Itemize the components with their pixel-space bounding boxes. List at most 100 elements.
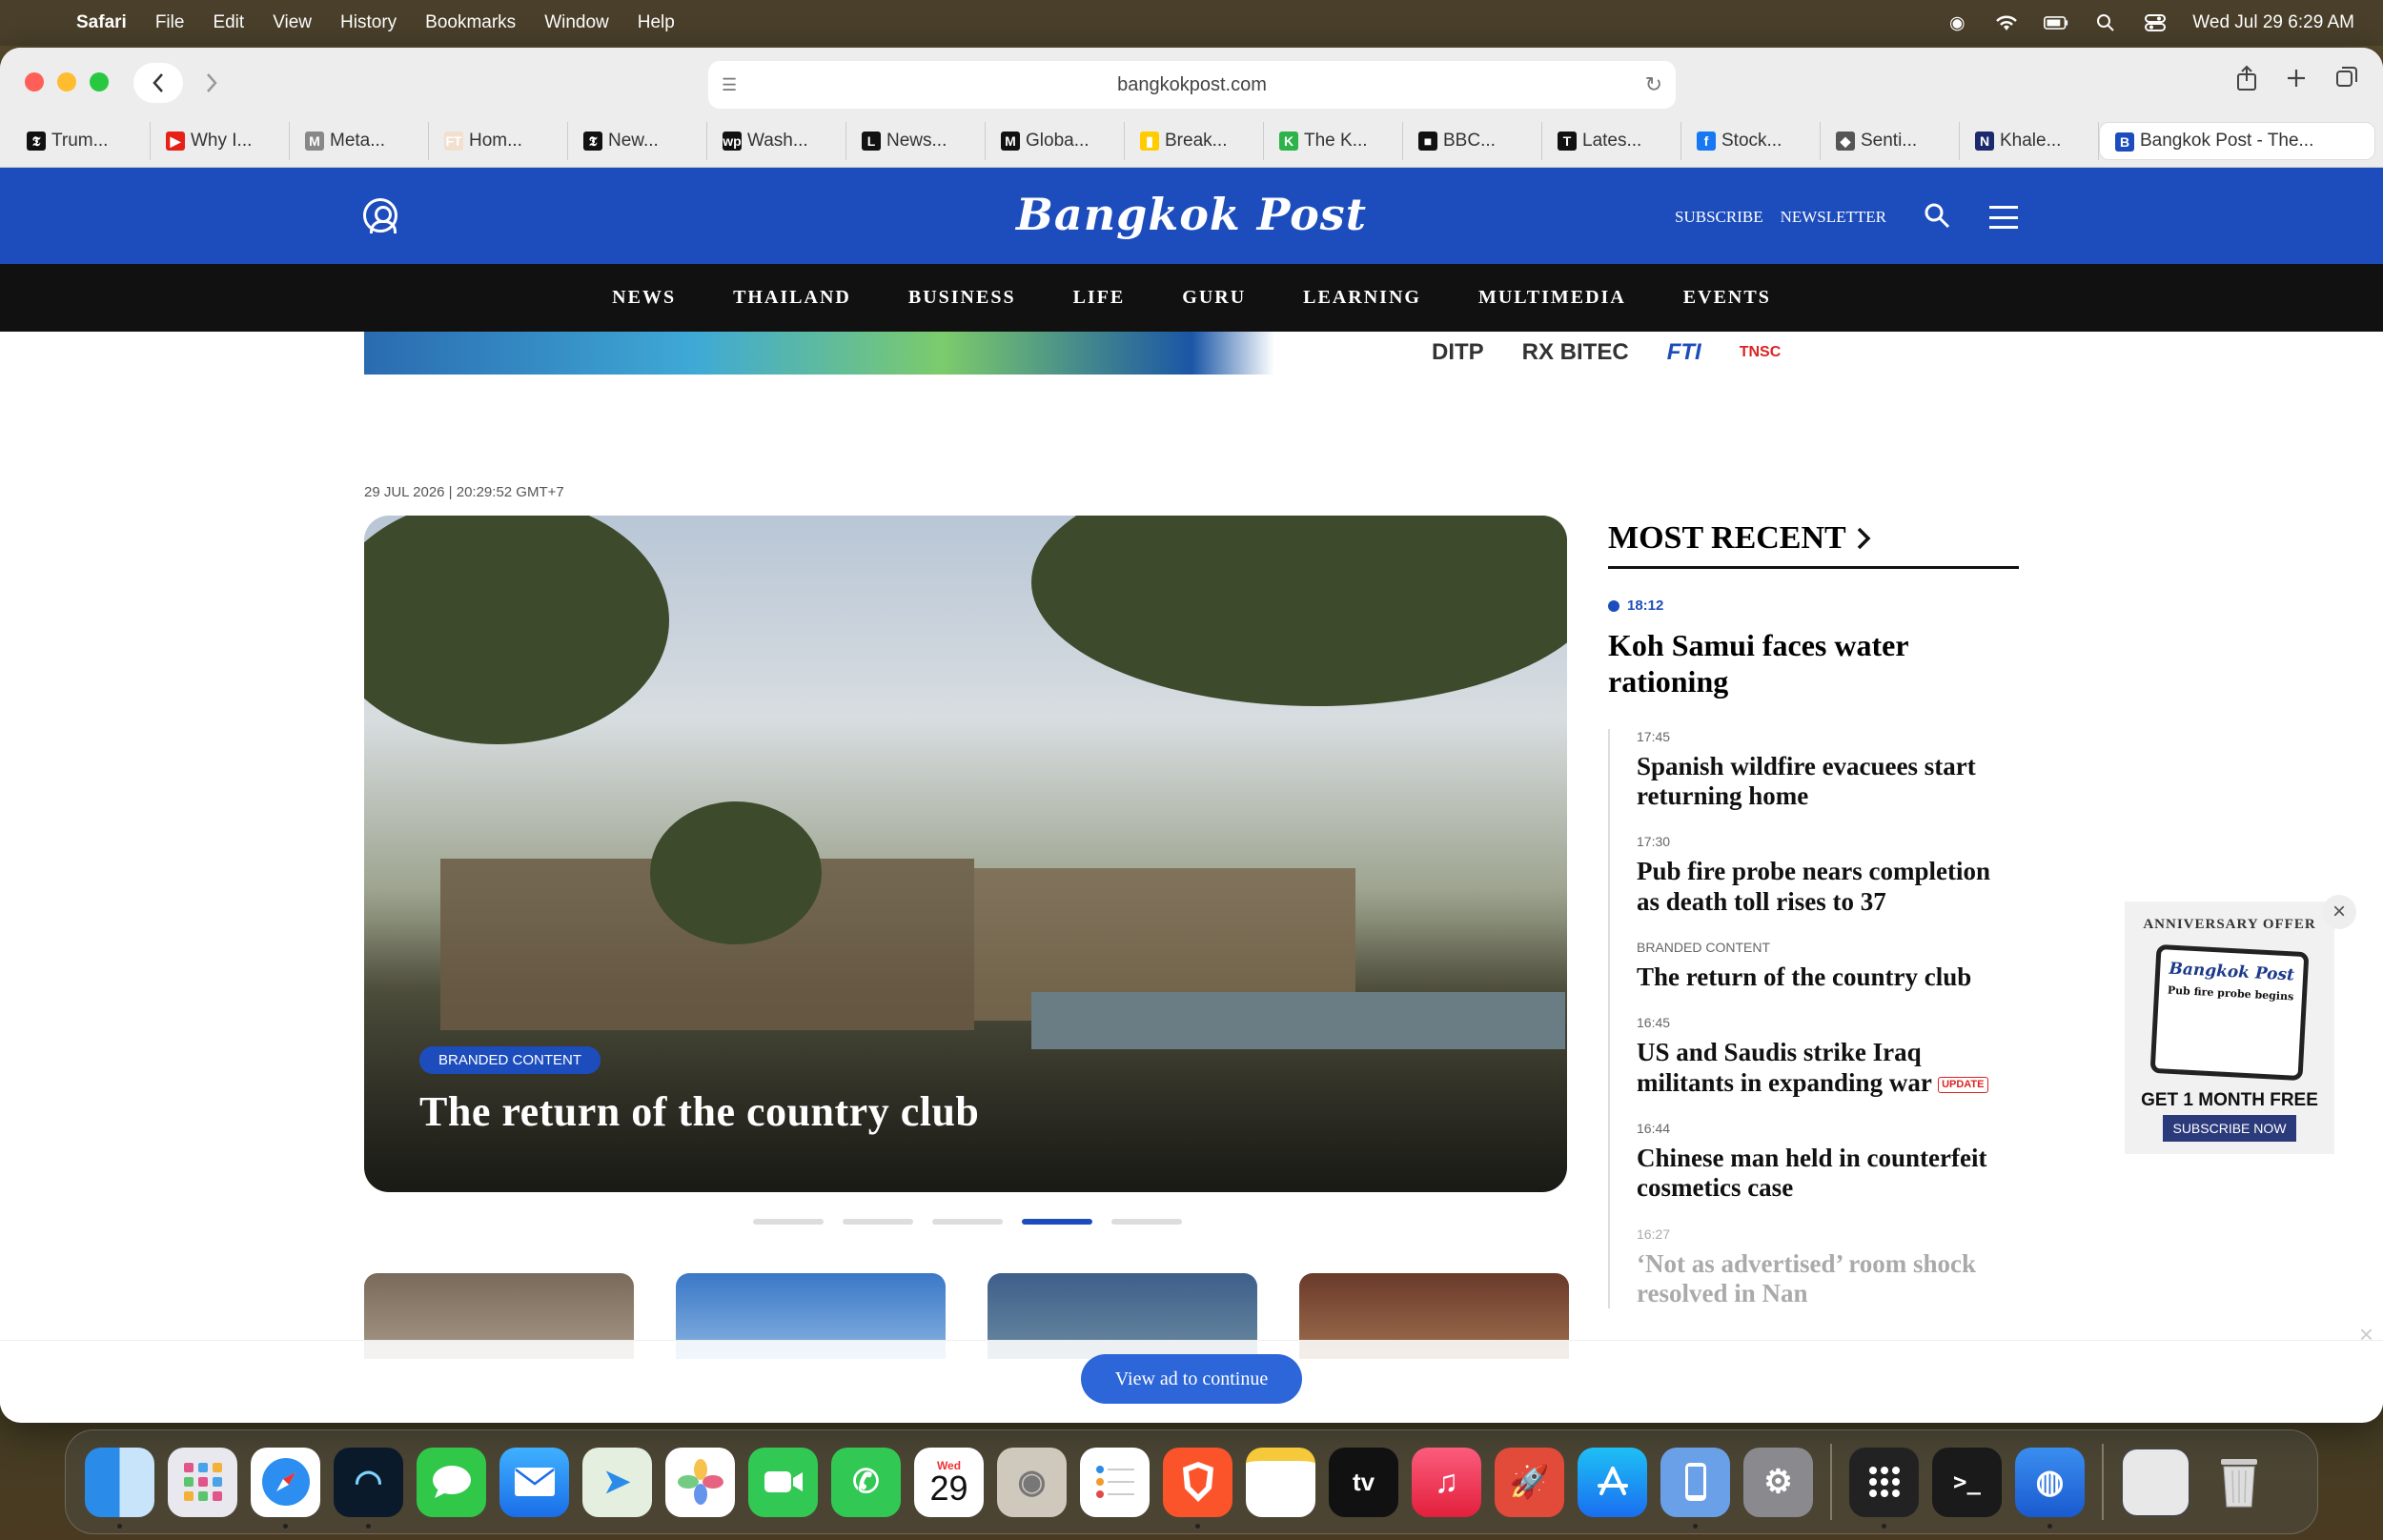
browser-tab[interactable]: ■ BBC... (1403, 122, 1542, 160)
wifi-icon[interactable] (1994, 12, 2019, 33)
battery-icon[interactable] (2044, 12, 2068, 33)
apple-menu-icon[interactable] (27, 11, 48, 34)
close-offer-icon[interactable]: × (2322, 895, 2356, 929)
recent-list-item[interactable]: 16:44 Chinese man held in counterfeit cos… (1637, 1121, 2019, 1204)
terminal-icon[interactable]: >_ (1932, 1447, 2002, 1517)
finder-icon[interactable] (85, 1447, 154, 1529)
iphone-mirroring-icon[interactable] (1660, 1447, 1730, 1529)
nav-business[interactable]: BUSINESS (880, 287, 1045, 309)
photos-icon[interactable] (665, 1447, 735, 1517)
browser-tab[interactable]: ▶ Why I... (151, 122, 290, 160)
menu-edit[interactable]: Edit (213, 12, 244, 33)
menu-history[interactable]: History (340, 12, 397, 33)
forward-button[interactable] (187, 63, 236, 103)
launchpad-icon[interactable] (168, 1447, 237, 1517)
recent-item-headline[interactable]: Spanish wildfire evacuees start returnin… (1637, 752, 2019, 812)
recent-item-headline[interactable]: Chinese man held in counterfeit cosmetic… (1637, 1144, 2019, 1204)
nav-multimedia[interactable]: MULTIMEDIA (1450, 287, 1655, 309)
browser-tab[interactable]: 𝕿 New... (568, 122, 707, 160)
most-recent-heading[interactable]: MOST RECENT (1608, 520, 2019, 569)
newsletter-link[interactable]: NEWSLETTER (1781, 208, 1886, 227)
page-menu-icon[interactable]: ☰ (722, 75, 737, 95)
hero-title[interactable]: The return of the country club (419, 1087, 979, 1136)
menu-view[interactable]: View (273, 12, 312, 33)
mail-icon[interactable] (499, 1447, 569, 1517)
notes-icon[interactable] (1246, 1447, 1315, 1517)
minimized-window-thumbnail[interactable] (2121, 1447, 2190, 1517)
recent-list-item[interactable]: 17:45 Spanish wildfire evacuees start ret… (1637, 729, 2019, 812)
recent-item-headline[interactable]: ‘Not as advertised’ room shock resolved … (1637, 1249, 2019, 1309)
recent-list-item[interactable]: BRANDED CONTENT The return of the country… (1637, 940, 2019, 992)
minimize-window-button[interactable] (57, 72, 76, 91)
menu-bookmarks[interactable]: Bookmarks (425, 12, 516, 33)
trash-icon[interactable] (2204, 1448, 2273, 1517)
app-grid-icon[interactable] (1849, 1447, 1919, 1529)
browser-tab[interactable]: FT Hom... (429, 122, 568, 160)
top-story-headline[interactable]: Koh Samui faces water rationing (1608, 627, 2019, 700)
browser-tab[interactable]: f Stock... (1681, 122, 1821, 160)
tab-overview-icon[interactable] (2335, 65, 2358, 98)
carousel-dot[interactable] (753, 1219, 824, 1225)
subscribe-now-button[interactable]: SUBSCRIBE NOW (2163, 1115, 2296, 1142)
subscribe-link[interactable]: SUBSCRIBE (1675, 208, 1763, 227)
site-logo[interactable]: Bangkok Post (0, 189, 2383, 240)
reminders-icon[interactable] (1080, 1447, 1150, 1517)
close-overlay-icon[interactable]: × (2359, 1320, 2373, 1349)
menu-window[interactable]: Window (544, 12, 609, 33)
screen-record-icon[interactable]: ◉ (1945, 12, 1969, 33)
address-bar[interactable]: ☰ bangkokpost.com ↻ (708, 61, 1676, 109)
browser-tab-active[interactable]: B Bangkok Post - The... (2099, 122, 2375, 160)
app-store-icon[interactable] (1578, 1447, 1647, 1517)
carousel-dot[interactable] (843, 1219, 913, 1225)
messages-icon[interactable] (417, 1447, 486, 1517)
carousel-dot[interactable] (932, 1219, 1003, 1225)
spotlight-search-icon[interactable] (2093, 12, 2118, 33)
menu-app-name[interactable]: Safari (76, 12, 127, 33)
recent-list-item[interactable]: 16:27 ‘Not as advertised’ room shock reso… (1637, 1226, 2019, 1309)
share-icon[interactable] (2236, 65, 2257, 98)
brave-browser-icon[interactable] (1163, 1447, 1232, 1529)
close-window-button[interactable] (25, 72, 44, 91)
menu-help[interactable]: Help (638, 12, 675, 33)
contacts-icon[interactable]: ◉ (997, 1447, 1067, 1517)
recent-item-headline[interactable]: The return of the country club (1637, 962, 2019, 992)
browser-tab[interactable]: K The K... (1264, 122, 1403, 160)
safari-icon[interactable] (251, 1447, 320, 1529)
zoom-window-button[interactable] (90, 72, 109, 91)
browser-tab[interactable]: M Meta... (290, 122, 429, 160)
nav-learning[interactable]: LEARNING (1274, 287, 1450, 309)
facetime-icon[interactable] (748, 1447, 818, 1517)
disk-utility-icon[interactable]: ◍ (2015, 1447, 2085, 1529)
nav-thailand[interactable]: THAILAND (704, 287, 880, 309)
calendar-icon[interactable]: Wed 29 (914, 1447, 984, 1517)
recent-list-item[interactable]: 17:30 Pub fire probe nears completion as … (1637, 834, 2019, 917)
wave-app-icon[interactable]: ◠ (334, 1447, 403, 1529)
carousel-dot[interactable] (1022, 1219, 1092, 1225)
browser-tab[interactable]: ◆ Senti... (1821, 122, 1960, 160)
carousel-dot[interactable] (1111, 1219, 1182, 1225)
phone-icon[interactable]: ✆ (831, 1447, 901, 1517)
system-settings-icon[interactable]: ⚙ (1743, 1447, 1813, 1517)
control-center-icon[interactable] (2143, 12, 2168, 33)
recent-item-headline[interactable]: US and Saudis strike Iraq militants in e… (1637, 1038, 2019, 1098)
browser-tab[interactable]: L News... (846, 122, 986, 160)
menubar-clock[interactable]: Wed Jul 29 6:29 AM (2192, 12, 2354, 33)
maps-icon[interactable]: ➤ (582, 1447, 652, 1517)
browser-tab[interactable]: 𝕿 Trum... (11, 122, 151, 160)
nav-events[interactable]: EVENTS (1655, 287, 1800, 309)
apple-tv-icon[interactable]: tv (1329, 1447, 1398, 1517)
banner-ad[interactable]: DITP RX BITEC FTI TNSC (364, 332, 2019, 375)
music-icon[interactable]: ♫ (1412, 1447, 1481, 1517)
hero-carousel-slide[interactable]: BRANDED CONTENT The return of the countr… (364, 516, 1567, 1192)
hamburger-menu-icon[interactable] (1989, 206, 2018, 229)
browser-tab[interactable]: M Globa... (986, 122, 1125, 160)
nav-life[interactable]: LIFE (1045, 287, 1154, 309)
search-icon[interactable] (1924, 202, 1950, 229)
browser-tab[interactable]: ▮ Break... (1125, 122, 1264, 160)
reload-icon[interactable]: ↻ (1645, 72, 1662, 97)
browser-tab[interactable]: T Lates... (1542, 122, 1681, 160)
browser-tab[interactable]: N Khale... (1960, 122, 2099, 160)
nav-guru[interactable]: GURU (1153, 287, 1274, 309)
menu-file[interactable]: File (155, 12, 185, 33)
rocket-app-icon[interactable]: 🚀 (1495, 1447, 1564, 1517)
